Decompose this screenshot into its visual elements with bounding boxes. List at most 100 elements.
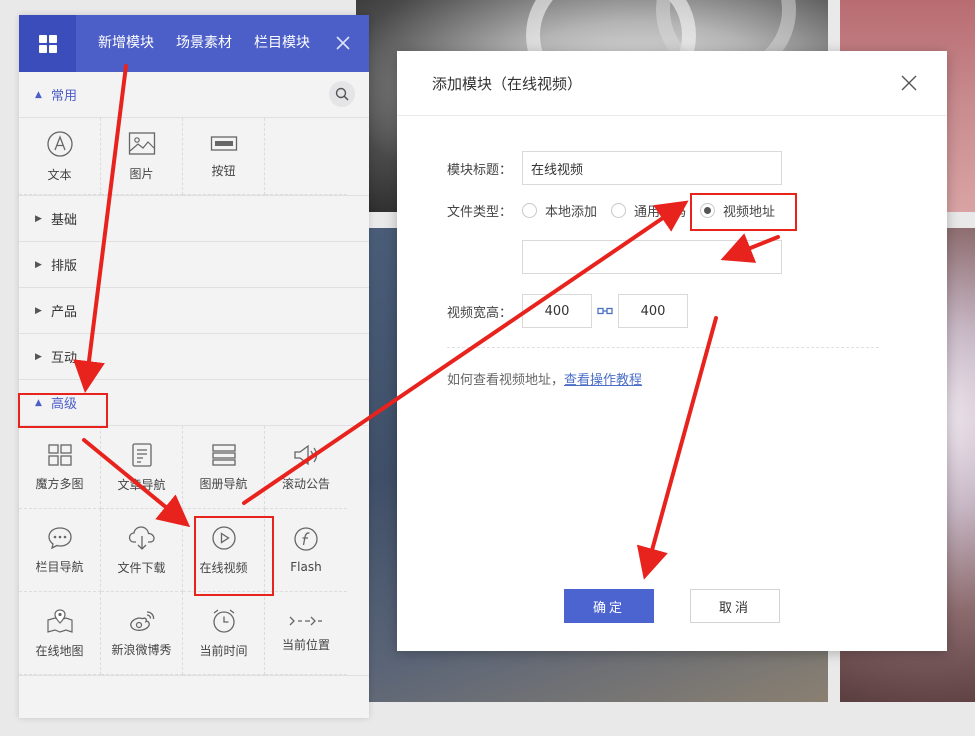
section-basic[interactable]: ▶ 基础 (19, 196, 369, 242)
caret-right-icon: ▶ (35, 351, 42, 362)
clock-icon (212, 608, 235, 633)
video-url-input[interactable] (522, 240, 782, 274)
section-interact[interactable]: ▶ 互动 (19, 334, 369, 380)
module-text[interactable]: 文本 (19, 118, 101, 195)
dialog-header: 添加模块（在线视频） (397, 51, 947, 116)
announcement-icon (294, 444, 318, 465)
module-album-nav[interactable]: 图册导航 (183, 426, 265, 509)
module-weibo[interactable]: 新浪微博秀 (101, 592, 183, 675)
module-online-video[interactable]: 在线视频 (183, 509, 265, 592)
caret-right-icon: ▶ (35, 213, 42, 224)
location-path-icon (289, 616, 322, 625)
title-input[interactable] (522, 151, 782, 185)
caret-down-icon: ▲ (35, 397, 42, 408)
size-label: 视频宽高： (447, 305, 513, 321)
tab-column-module[interactable]: 栏目模块 (254, 15, 310, 72)
section-label: 常用 (51, 89, 78, 104)
module-label: 当前时间 (199, 643, 248, 658)
module-label: 文本 (47, 167, 72, 182)
radio-video-url[interactable]: 视频地址 (700, 201, 775, 220)
module-label: 图册导航 (199, 476, 248, 491)
module-multi-image[interactable]: 魔方多图 (19, 426, 101, 509)
multi-image-icon (47, 443, 72, 466)
title-row: 模块标题： (447, 151, 782, 185)
radio-general-code[interactable]: 通用代码 (611, 201, 686, 220)
module-label: 按钮 (211, 163, 236, 178)
module-label: 栏目导航 (35, 559, 84, 574)
module-label: 新浪微博秀 (111, 642, 172, 657)
divider (447, 347, 879, 348)
section-label: 排版 (51, 259, 78, 274)
module-label: 图片 (129, 166, 154, 181)
file-type-row: 文件类型： 本地添加 通用代码 视频地址 (447, 201, 789, 220)
cancel-button[interactable]: 取消 (690, 589, 780, 623)
flash-icon (294, 527, 318, 551)
grid-icon[interactable] (19, 15, 76, 72)
caret-down-icon: ▲ (35, 89, 42, 100)
album-nav-icon (211, 443, 236, 466)
module-label: 在线地图 (35, 643, 84, 658)
size-row: 视频宽高： (447, 294, 688, 328)
module-clock[interactable]: 当前时间 (183, 592, 265, 675)
section-common[interactable]: ▲ 常用 (19, 72, 369, 118)
module-label: 当前位置 (281, 637, 330, 652)
dialog-title: 添加模块（在线视频） (432, 74, 583, 93)
module-button[interactable]: 按钮 (183, 118, 265, 195)
image-icon (128, 131, 155, 155)
search-icon[interactable] (329, 81, 355, 107)
common-grid: 文本 图片 按钮 (19, 118, 369, 196)
module-map[interactable]: 在线地图 (19, 592, 101, 675)
tab-new-module[interactable]: 新增模块 (98, 15, 154, 72)
map-icon (46, 608, 73, 633)
module-label: 滚动公告 (281, 476, 330, 491)
module-image[interactable]: 图片 (101, 118, 183, 195)
article-nav-icon (131, 442, 152, 467)
online-video-icon (211, 525, 236, 550)
file-type-label: 文件类型： (447, 205, 513, 220)
module-location-path[interactable]: 当前位置 (265, 592, 347, 675)
confirm-button[interactable]: 确定 (564, 589, 654, 623)
radio-label: 本地添加 (545, 205, 598, 220)
url-row (522, 240, 782, 274)
module-flash[interactable]: Flash (265, 509, 347, 592)
close-icon[interactable] (901, 75, 917, 91)
radio-circle (522, 203, 537, 218)
module-column-nav[interactable]: 栏目导航 (19, 509, 101, 592)
radio-circle (611, 203, 627, 218)
radio-label: 视频地址 (723, 205, 776, 220)
add-module-dialog: 添加模块（在线视频） 模块标题： 文件类型： 本地添加 通用代码 视频地址 视频… (397, 51, 947, 651)
module-file-download[interactable]: 文件下载 (101, 509, 183, 592)
file-download-icon (128, 525, 155, 550)
module-article-nav[interactable]: 文章导航 (101, 426, 183, 509)
module-announcement[interactable]: 滚动公告 (265, 426, 347, 509)
title-label: 模块标题： (447, 162, 513, 178)
help-prefix: 如何查看视频地址， (447, 373, 565, 388)
radio-label: 通用代码 (634, 205, 687, 220)
module-label: 在线视频 (199, 560, 248, 575)
module-label: 文章导航 (117, 477, 166, 492)
button-icon (210, 135, 237, 151)
help-text: 如何查看视频地址，查看操作教程 (447, 369, 642, 388)
section-label: 产品 (51, 305, 78, 320)
column-nav-icon (47, 526, 72, 549)
close-icon[interactable] (333, 33, 353, 53)
help-link[interactable]: 查看操作教程 (564, 373, 642, 388)
section-label: 高级 (51, 397, 78, 412)
height-input[interactable] (618, 294, 688, 328)
width-input[interactable] (522, 294, 592, 328)
advanced-grid: 魔方多图 文章导航 图册导航 滚动公告 栏目导航 文件下载 在线视频 Flash… (19, 426, 369, 676)
caret-right-icon: ▶ (35, 305, 42, 316)
radio-local-add[interactable]: 本地添加 (522, 201, 597, 220)
section-advanced[interactable]: ▲ 高级 (19, 380, 369, 426)
caret-right-icon: ▶ (35, 259, 42, 270)
link-ratio-icon[interactable] (592, 306, 618, 316)
panel-header: 新增模块 场景素材 栏目模块 (19, 15, 369, 72)
weibo-icon (129, 610, 154, 631)
component-panel: 新增模块 场景素材 栏目模块 ▲ 常用 文本 图片 按钮 ▶ 基础 ▶ 排版 ▶… (19, 15, 369, 718)
section-label: 互动 (51, 351, 78, 366)
section-product[interactable]: ▶ 产品 (19, 288, 369, 334)
radio-circle-selected (700, 203, 716, 218)
tab-scene-material[interactable]: 场景素材 (176, 15, 232, 72)
section-layout[interactable]: ▶ 排版 (19, 242, 369, 288)
module-label: 魔方多图 (35, 476, 84, 491)
